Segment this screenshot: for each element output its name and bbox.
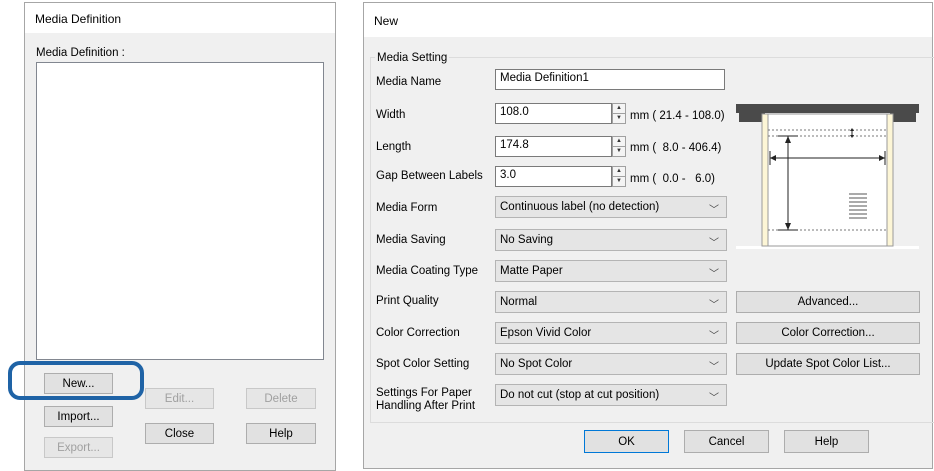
print-quality-label: Print Quality (376, 295, 439, 307)
spin-up-icon[interactable]: ▲ (613, 104, 625, 114)
print-quality-select[interactable]: Normal ﹀ (495, 291, 727, 313)
chevron-down-icon: ﹀ (709, 393, 719, 404)
dialog-title: Media Definition (35, 12, 122, 26)
ok-button[interactable]: OK (584, 430, 669, 453)
length-label: Length (376, 141, 412, 153)
coating-label: Media Coating Type (376, 265, 479, 277)
dialog-titlebar[interactable]: Media Definition (25, 3, 335, 33)
color-correction-label: Color Correction (376, 327, 460, 339)
chevron-down-icon: ﹀ (709, 269, 719, 280)
media-definition-dialog: Media Definition Media Definition : New.… (24, 2, 336, 471)
spin-up-icon[interactable]: ▲ (613, 167, 625, 177)
dialog-title: New (374, 14, 399, 28)
media-form-select[interactable]: Continuous label (no detection) ﹀ (495, 196, 727, 218)
group-title: Media Setting (375, 52, 450, 64)
media-definition-list[interactable] (36, 62, 324, 360)
after-print-label-line1: Settings For Paper (376, 387, 472, 399)
width-range: mm ( 21.4 - 108.0) (630, 110, 725, 122)
length-spinner[interactable]: ▲ ▼ (612, 136, 626, 157)
spot-color-value: No Spot Color (500, 358, 573, 370)
spin-up-icon[interactable]: ▲ (613, 137, 625, 147)
media-preview (736, 100, 919, 249)
media-form-label: Media Form (376, 202, 438, 214)
spin-down-icon[interactable]: ▼ (613, 177, 625, 187)
import-button[interactable]: Import... (44, 406, 113, 427)
media-saving-value: No Saving (500, 234, 554, 246)
after-print-value: Do not cut (stop at cut position) (500, 389, 660, 401)
help-button[interactable]: Help (246, 423, 316, 444)
help-button[interactable]: Help (784, 430, 869, 453)
width-label: Width (376, 109, 406, 121)
after-print-label-line2: Handling After Print (376, 400, 476, 412)
gap-spinner[interactable]: ▲ ▼ (612, 166, 626, 187)
new-media-dialog: New Media Setting Media Name Media Defin… (363, 2, 934, 469)
close-button[interactable]: Close (145, 423, 214, 444)
update-spot-color-button[interactable]: Update Spot Color List... (736, 353, 920, 375)
length-input[interactable]: 174.8 (495, 136, 612, 157)
coating-select[interactable]: Matte Paper ﹀ (495, 260, 727, 282)
spin-down-icon[interactable]: ▼ (613, 147, 625, 157)
gap-range: mm ( 0.0 - 6.0) (630, 173, 715, 185)
color-correction-button[interactable]: Color Correction... (736, 322, 920, 344)
media-name-label: Media Name (376, 76, 442, 88)
color-correction-select[interactable]: Epson Vivid Color ﹀ (495, 322, 727, 344)
chevron-down-icon: ﹀ (709, 362, 719, 373)
dialog-titlebar[interactable]: New (364, 3, 932, 37)
print-quality-value: Normal (500, 296, 538, 308)
export-button[interactable]: Export... (44, 437, 113, 458)
length-range: mm ( 8.0 - 406.4) (630, 142, 722, 154)
media-form-value: Continuous label (no detection) (500, 201, 660, 213)
media-name-input[interactable]: Media Definition1 (495, 69, 725, 90)
spot-color-label: Spot Color Setting (376, 358, 470, 370)
chevron-down-icon: ﹀ (709, 331, 719, 342)
media-saving-label: Media Saving (376, 234, 446, 246)
chevron-down-icon: ﹀ (709, 205, 719, 216)
gap-input[interactable]: 3.0 (495, 166, 612, 187)
chevron-down-icon: ﹀ (709, 300, 719, 311)
after-print-select[interactable]: Do not cut (stop at cut position) ﹀ (495, 384, 727, 406)
spot-color-select[interactable]: No Spot Color ﹀ (495, 353, 727, 375)
label-diagram-icon (736, 104, 919, 249)
cancel-button[interactable]: Cancel (684, 430, 769, 453)
media-list-label: Media Definition : (36, 47, 125, 59)
width-spinner[interactable]: ▲ ▼ (612, 103, 626, 124)
delete-button[interactable]: Delete (246, 388, 316, 409)
coating-value: Matte Paper (500, 265, 563, 277)
chevron-down-icon: ﹀ (709, 238, 719, 249)
gap-label: Gap Between Labels (376, 170, 483, 182)
width-input[interactable]: 108.0 (495, 103, 612, 124)
advanced-button[interactable]: Advanced... (736, 291, 920, 313)
edit-button[interactable]: Edit... (145, 388, 214, 409)
color-correction-value: Epson Vivid Color (500, 327, 592, 339)
media-saving-select[interactable]: No Saving ﹀ (495, 229, 727, 251)
highlight-ring (8, 361, 144, 400)
spin-down-icon[interactable]: ▼ (613, 114, 625, 124)
